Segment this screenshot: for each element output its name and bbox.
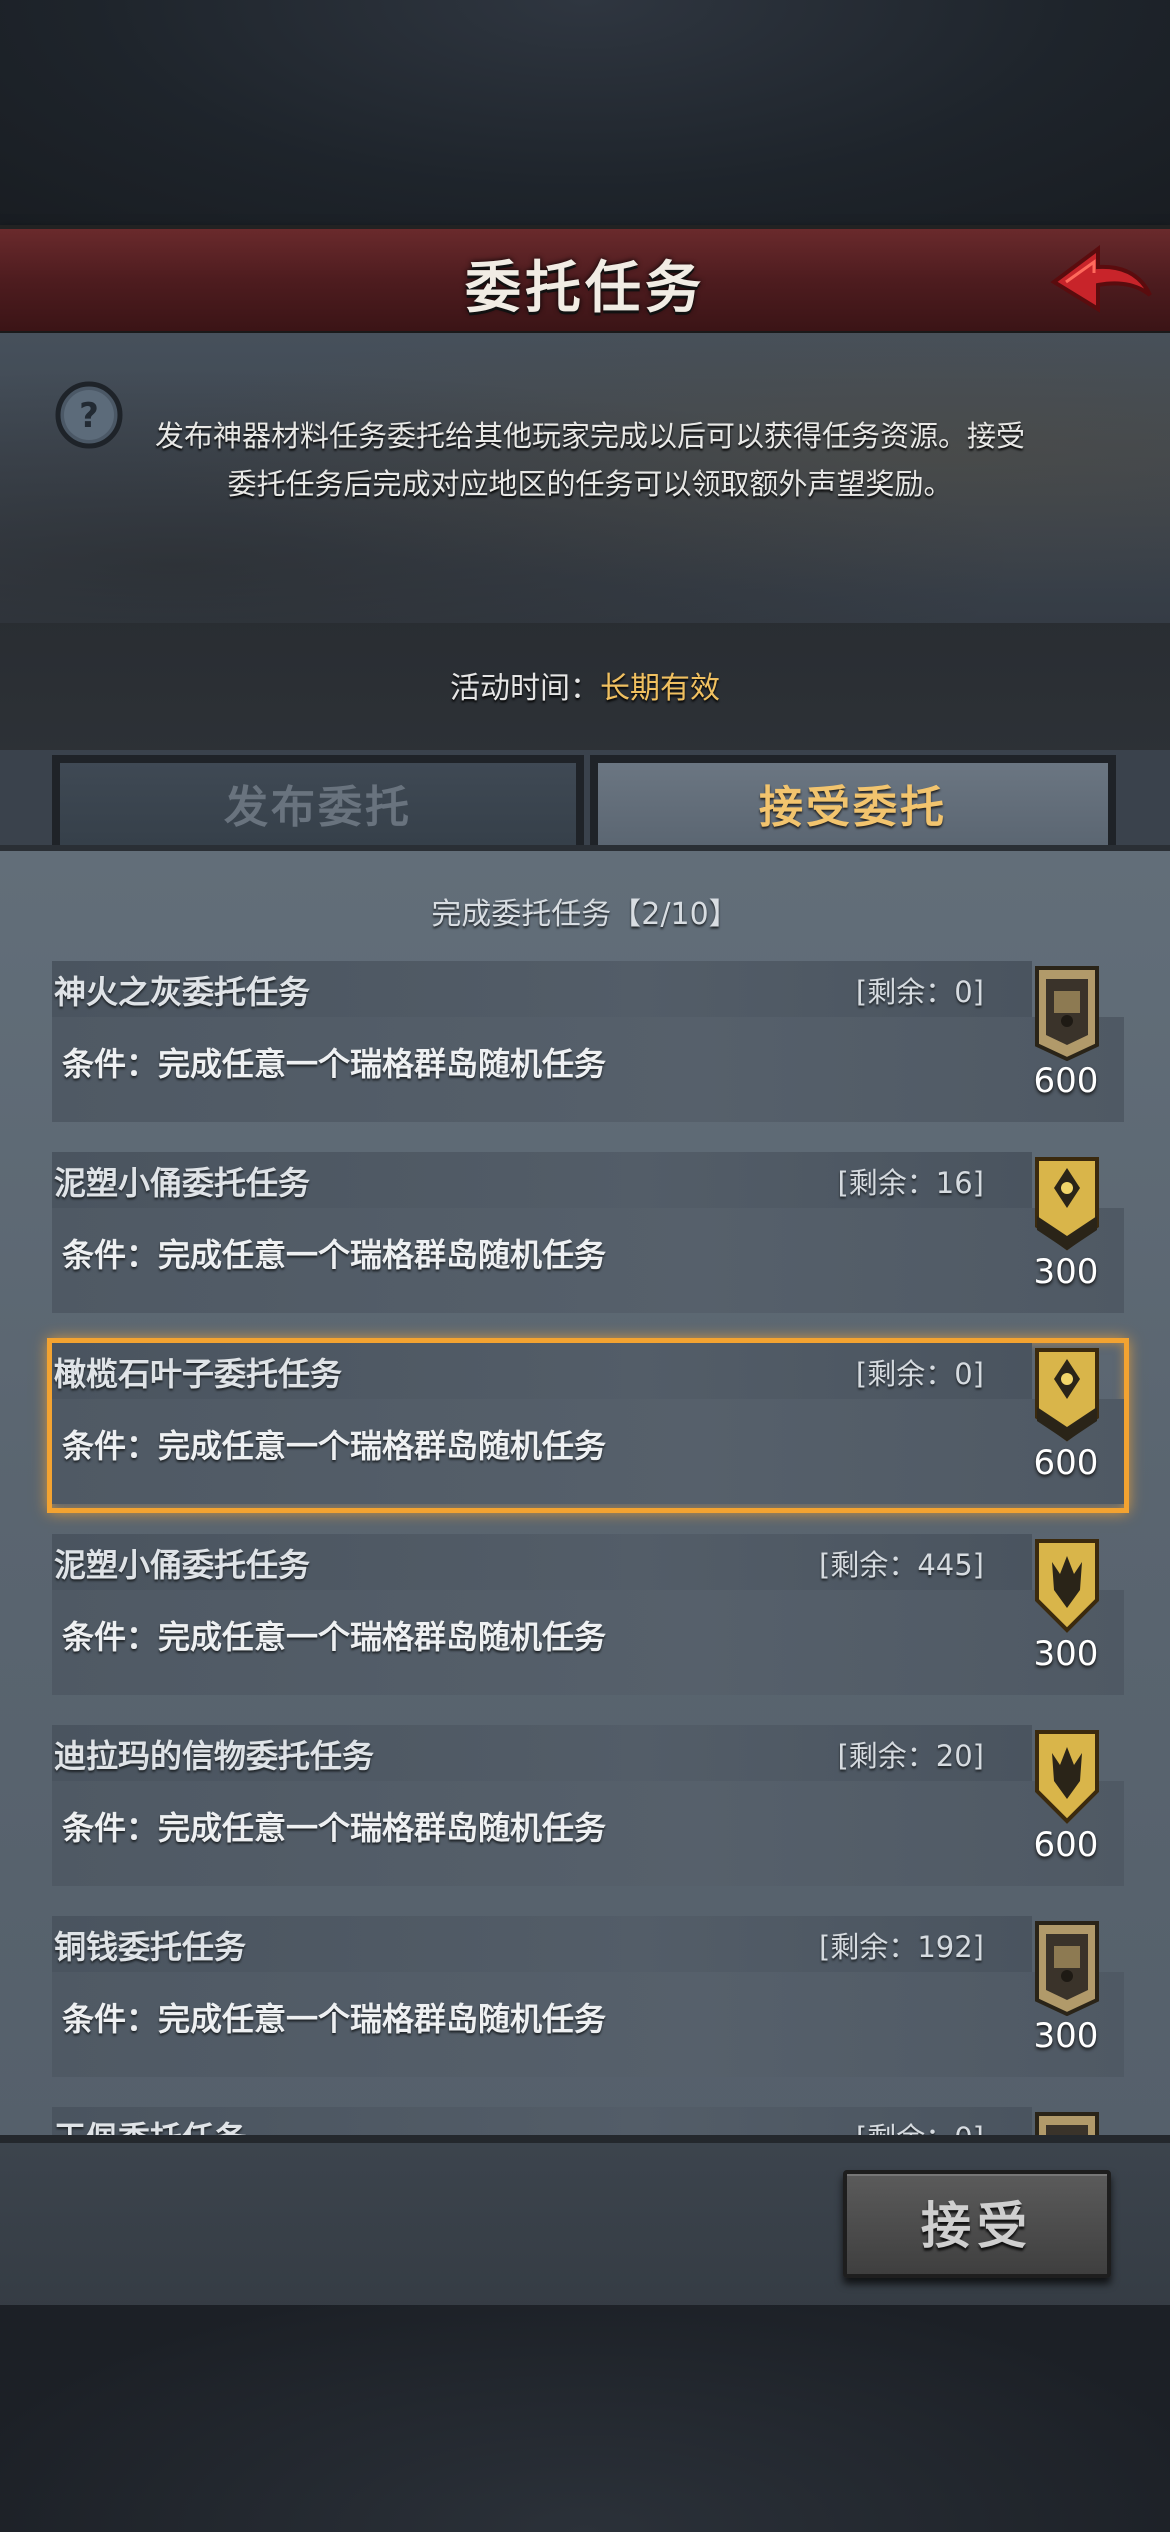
task-item[interactable]: 铜钱委托任务 [剩余：192] 条件：完成任意一个瑞格群岛随机任务 300 <box>52 1916 1124 2081</box>
task-item[interactable]: 迪拉玛的信物委托任务 [剩余：20] 条件：完成任意一个瑞格群岛随机任务 600 <box>52 1725 1124 1890</box>
reward-value: 600 <box>1033 1443 1099 1483</box>
description-line-2: 委托任务后完成对应地区的任务可以领取额外声望奖励。 <box>227 467 953 501</box>
event-time: 活动时间：长期有效 <box>0 663 1170 707</box>
reward-value: 600 <box>1033 1061 1099 1101</box>
tab-publish[interactable]: 发布委托 <box>52 755 584 845</box>
time-value: 长期有效 <box>600 671 720 706</box>
task-item[interactable]: 神火之灰委托任务 [剩余：0] 条件：完成任意一个瑞格群岛随机任务 600 <box>52 961 1124 1126</box>
reward-value: 600 <box>1033 1825 1099 1865</box>
title-bar: 委托任务 <box>0 225 1170 337</box>
task-condition: 条件：完成任意一个瑞格群岛随机任务 <box>62 1618 607 1656</box>
task-list[interactable]: 完成委托任务【2/10】 神火之灰委托任务 [剩余：0] 条件：完成任意一个瑞格… <box>0 845 1170 2141</box>
task-name: 铜钱委托任务 <box>54 1928 247 1966</box>
bottom-background <box>0 2305 1170 2532</box>
gold-crest-icon <box>1035 1730 1099 1824</box>
chest-icon <box>1035 966 1099 1061</box>
task-condition: 条件：完成任意一个瑞格群岛随机任务 <box>62 1427 607 1465</box>
tab-accept[interactable]: 接受委托 <box>590 755 1116 845</box>
time-label: 活动时间： <box>450 671 600 706</box>
back-arrow-icon <box>1050 245 1152 313</box>
task-condition: 条件：完成任意一个瑞格群岛随机任务 <box>62 1809 607 1847</box>
task-remaining: [剩余：0] <box>855 975 984 1009</box>
task-condition: 条件：完成任意一个瑞格群岛随机任务 <box>62 1045 607 1083</box>
help-button[interactable]: ? <box>54 380 124 450</box>
task-name: 泥塑小俑委托任务 <box>54 1164 311 1202</box>
task-condition: 条件：完成任意一个瑞格群岛随机任务 <box>62 1236 607 1274</box>
back-button[interactable] <box>1046 237 1156 327</box>
task-item-selected[interactable]: 橄榄石叶子委托任务 [剩余：0] 条件：完成任意一个瑞格群岛随机任务 600 <box>47 1338 1129 1513</box>
gold-crest-icon <box>1035 1539 1099 1633</box>
question-icon: ? <box>55 381 123 449</box>
task-name: 迪拉玛的信物委托任务 <box>54 1737 375 1775</box>
gold-emblem-icon <box>1035 1157 1099 1251</box>
task-name: 神火之灰委托任务 <box>54 973 311 1011</box>
reward-value: 300 <box>1033 2016 1099 2056</box>
screen: 委托任务 ? 发布神器材料任务委托给其他玩家完成以后可以获得任务资源。接受 委托… <box>0 0 1170 2532</box>
chest-icon <box>1035 1921 1099 2016</box>
task-remaining: [剩余：0] <box>855 1357 984 1391</box>
task-remaining: [剩余：20] <box>837 1739 984 1773</box>
accept-button[interactable]: 接受 <box>843 2170 1111 2278</box>
task-name: 橄榄石叶子委托任务 <box>54 1355 343 1393</box>
task-item[interactable]: 泥塑小俑委托任务 [剩余：16] 条件：完成任意一个瑞格群岛随机任务 300 <box>52 1152 1124 1317</box>
task-remaining: [剩余：16] <box>837 1166 984 1200</box>
gold-emblem-icon <box>1035 1348 1099 1442</box>
description: 发布神器材料任务委托给其他玩家完成以后可以获得任务资源。接受 委托任务后完成对应… <box>130 412 1050 508</box>
task-remaining: [剩余：445] <box>819 1548 984 1582</box>
page-title: 委托任务 <box>465 256 705 321</box>
task-condition: 条件：完成任意一个瑞格群岛随机任务 <box>62 2000 607 2038</box>
top-background <box>0 0 1170 225</box>
progress-text: 完成委托任务【2/10】 <box>431 897 739 932</box>
task-name: 泥塑小俑委托任务 <box>54 1546 311 1584</box>
task-item[interactable]: 泥塑小俑委托任务 [剩余：445] 条件：完成任意一个瑞格群岛随机任务 300 <box>52 1534 1124 1699</box>
reward-value: 300 <box>1033 1634 1099 1674</box>
description-line-1: 发布神器材料任务委托给其他玩家完成以后可以获得任务资源。接受 <box>154 419 1025 453</box>
svg-text:?: ? <box>79 396 99 436</box>
reward-value: 300 <box>1033 1252 1099 1292</box>
task-remaining: [剩余：192] <box>819 1930 984 1964</box>
